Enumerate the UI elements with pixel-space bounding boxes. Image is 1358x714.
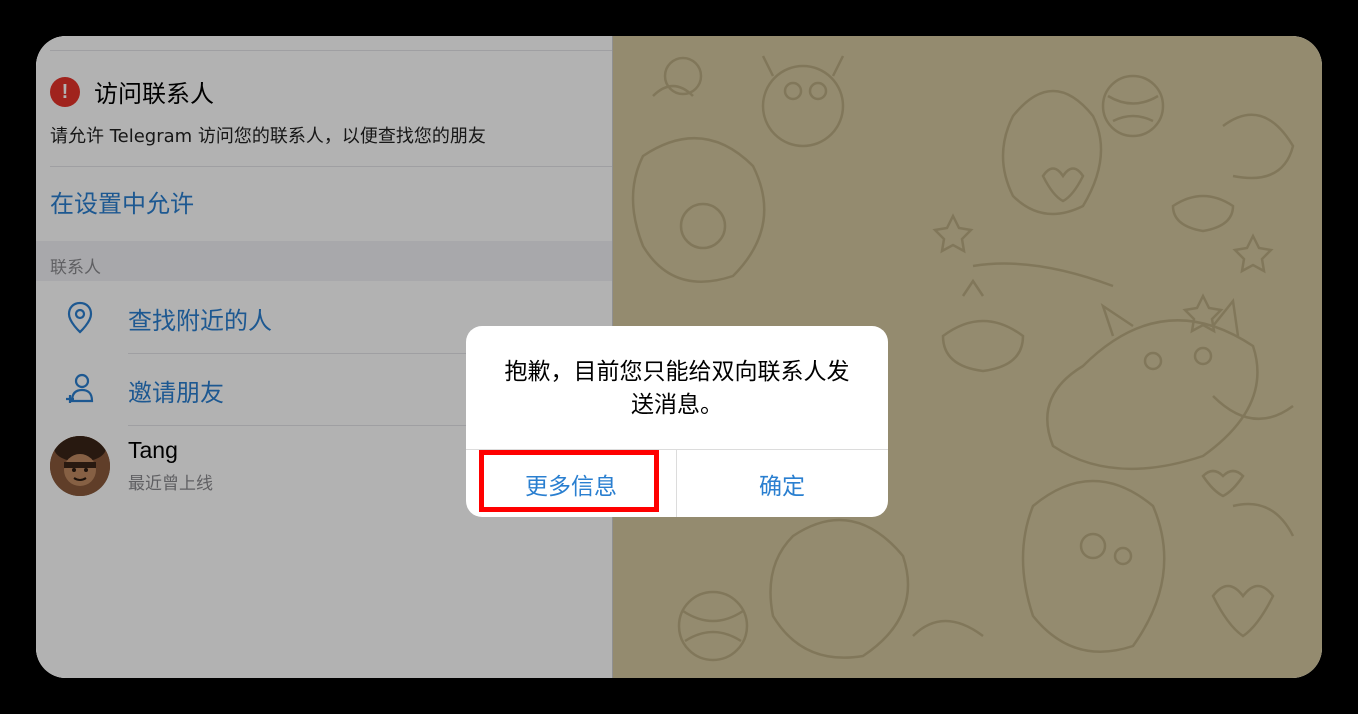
tablet-screen: ! 访问联系人 请允许 Telegram 访问您的联系人，以便查找您的朋友 在设… — [36, 36, 1322, 678]
ok-button[interactable]: 确定 — [677, 450, 887, 517]
alert-message: 抱歉，目前您只能给双向联系人发送消息。 — [504, 359, 850, 418]
highlight-box — [479, 450, 659, 512]
